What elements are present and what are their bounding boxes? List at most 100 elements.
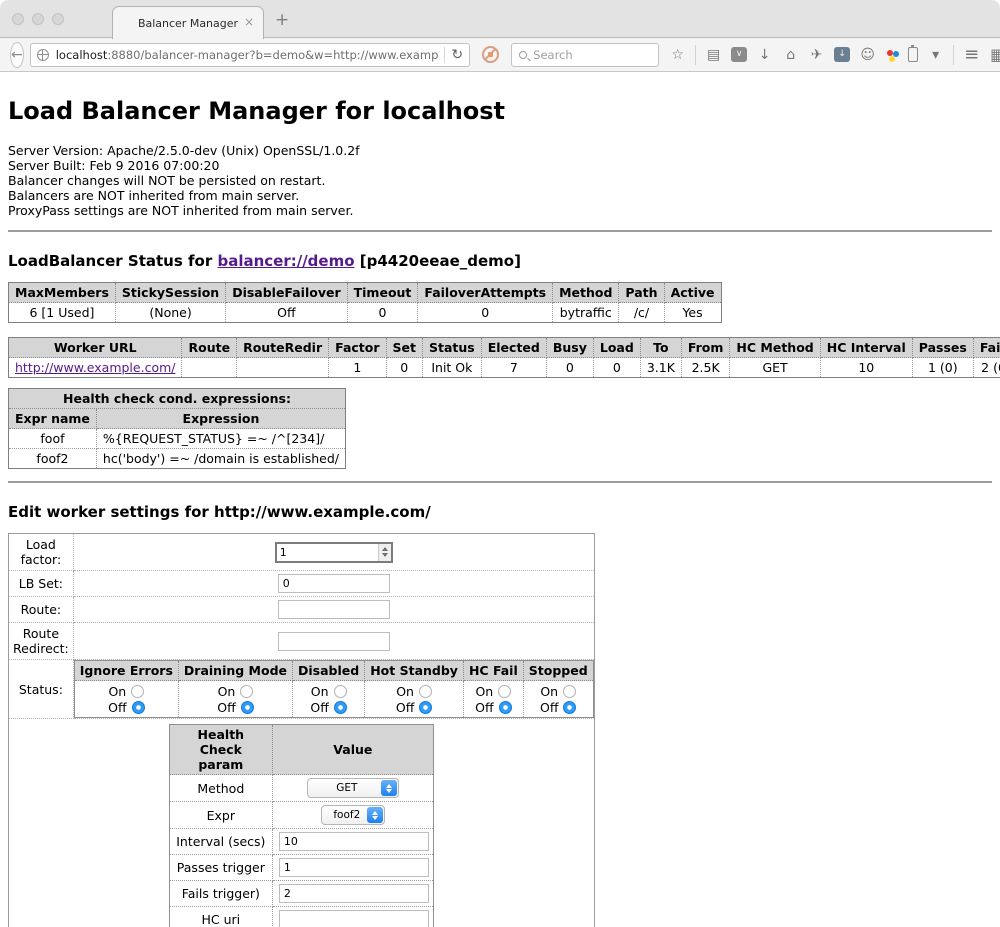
column-header: Stopped [523, 661, 593, 681]
cell-active: Yes [664, 303, 721, 323]
url-text: localhost:8880/balancer-manager?b=demo&w… [56, 48, 439, 62]
route-label: Route: [9, 597, 74, 623]
cell-timeout: 0 [347, 303, 418, 323]
downloads-icon[interactable]: ↓ [756, 48, 773, 62]
cell-routeredir [237, 358, 329, 378]
zoom-window-button[interactable] [52, 13, 64, 25]
draining-mode-off-radio[interactable] [241, 701, 254, 714]
cell-stickysession: (None) [115, 303, 225, 323]
table-row: foof2 hc('body') =~ /domain is establish… [9, 449, 346, 469]
back-button[interactable]: ← [10, 42, 24, 68]
draining-mode-on-radio[interactable] [240, 685, 253, 698]
minimize-window-button[interactable] [32, 13, 44, 25]
hc-interval-label: Interval (secs) [169, 829, 272, 855]
tab-close-icon[interactable]: × [244, 15, 254, 29]
cell-busy: 0 [546, 358, 593, 378]
bookmark-star-icon[interactable]: ☆ [669, 48, 686, 62]
table-title-row: Health check cond. expressions: [9, 389, 346, 409]
hot-standby-on-radio[interactable] [419, 685, 432, 698]
hc-passes-label: Passes trigger [169, 855, 272, 881]
route-redirect-input[interactable] [278, 632, 390, 651]
off-label: Off [540, 700, 558, 715]
send-tab-icon[interactable]: ✈ [808, 48, 825, 62]
adblock-icon[interactable] [482, 46, 499, 63]
hc-passes-input[interactable] [279, 858, 429, 877]
column-header: Elected [481, 338, 546, 358]
stopped-on-radio[interactable] [563, 685, 576, 698]
pocket-icon[interactable]: ∨ [731, 47, 747, 62]
column-header: FailoverAttempts [418, 283, 553, 303]
ignore-errors-on-radio[interactable] [131, 685, 144, 698]
cell-maxmembers: 6 [1 Used] [9, 303, 116, 323]
toolbar-separator [695, 45, 696, 65]
cell-fails: 2 (0) [973, 358, 1000, 378]
hc-expr-selected-value: foof2 [333, 809, 360, 821]
disabled-off-radio[interactable] [334, 701, 347, 714]
hc-expr-label: Expr [169, 802, 272, 829]
column-header: Method [553, 283, 619, 303]
balancer-demo-link[interactable]: balancer://demo [217, 252, 354, 270]
battery-extension-icon[interactable] [908, 47, 918, 62]
reload-icon[interactable]: ↻ [451, 47, 463, 63]
new-tab-button[interactable]: + [275, 12, 289, 29]
hc-fail-off-radio[interactable] [499, 701, 512, 714]
column-header: Factor [329, 338, 386, 358]
reading-list-icon[interactable]: ▤ [705, 48, 722, 62]
hc-interval-input[interactable] [279, 832, 429, 851]
ignore-errors-radios: On Off [74, 681, 178, 718]
close-window-button[interactable] [12, 13, 24, 25]
worker-url-link[interactable]: http://www.example.com/ [15, 360, 175, 375]
draining-mode-radios: On Off [178, 681, 292, 718]
colorful-extension-icon[interactable] [887, 50, 893, 56]
home-icon[interactable]: ⌂ [782, 48, 799, 62]
lb-set-input[interactable] [278, 574, 390, 593]
balancer-status-heading: LoadBalancer Status for balancer://demo … [8, 252, 992, 270]
cell-method: bytraffic [553, 303, 619, 323]
form-row-route-redirect: Route Redirect: [9, 623, 595, 660]
stepper-icon[interactable] [378, 544, 391, 561]
load-factor-cell [73, 534, 594, 571]
hc-fail-on-radio[interactable] [498, 685, 511, 698]
save-page-icon[interactable]: ↓ [834, 47, 850, 62]
url-bar[interactable]: localhost:8880/balancer-manager?b=demo&w… [30, 43, 470, 67]
health-check-param-table: Health Check param Value Method GET Expr [169, 724, 434, 927]
url-path: :8880/balancer-manager?b=demo&w=http://w… [107, 48, 438, 62]
column-header: Hot Standby [365, 661, 464, 681]
column-header: Expr name [9, 409, 97, 429]
table-row: 6 [1 Used] (None) Off 0 0 bytraffic /c/ … [9, 303, 722, 323]
column-header: Worker URL [9, 338, 182, 358]
hamburger-menu-icon[interactable]: ≡ [963, 48, 980, 62]
hc-expr-row: Expr foof2 [169, 802, 433, 829]
disabled-on-radio[interactable] [334, 685, 347, 698]
table-header-row: Worker URL Route RouteRedir Factor Set S… [9, 338, 1000, 358]
hot-standby-off-radio[interactable] [419, 701, 432, 714]
chevron-down-icon[interactable]: ▾ [927, 48, 944, 62]
hc-expr-select[interactable]: foof2 [321, 805, 385, 825]
cell-factor: 1 [329, 358, 386, 378]
tab-balancer-manager[interactable]: Balancer Manager × [112, 6, 264, 39]
column-header: HC Method [730, 338, 820, 358]
column-header: Draining Mode [178, 661, 292, 681]
form-row-status: Status: Ignore Errors Draining Mode Disa… [9, 660, 595, 719]
cell-disablefailover: Off [226, 303, 347, 323]
cell-path: /c/ [619, 303, 664, 323]
stopped-off-radio[interactable] [563, 701, 576, 714]
hc-fails-input[interactable] [279, 884, 429, 903]
cell-expression: %{REQUEST_STATUS} =~ /^[234]/ [96, 429, 345, 449]
balancer-status-table: MaxMembers StickySession DisableFailover… [8, 282, 722, 323]
feedback-smiley-icon[interactable]: ☺ [859, 48, 876, 62]
search-bar[interactable]: Search [511, 43, 659, 67]
column-header: Passes [912, 338, 973, 358]
grid-panel-icon[interactable]: ▦ [989, 48, 1000, 62]
table-header-row: Health Check param Value [169, 725, 433, 775]
hc-method-row: Method GET [169, 775, 433, 802]
ignore-errors-off-radio[interactable] [132, 701, 145, 714]
hc-method-select[interactable]: GET [307, 778, 399, 798]
page-content: Load Balancer Manager for localhost Serv… [0, 97, 1000, 927]
table-row: http://www.example.com/ 1 0 Init Ok 7 0 … [9, 358, 1000, 378]
cell-worker-url: http://www.example.com/ [9, 358, 182, 378]
route-input[interactable] [278, 600, 390, 619]
hc-uri-input[interactable] [279, 910, 429, 927]
site-globe-icon [37, 49, 49, 61]
load-factor-input[interactable] [277, 544, 378, 561]
